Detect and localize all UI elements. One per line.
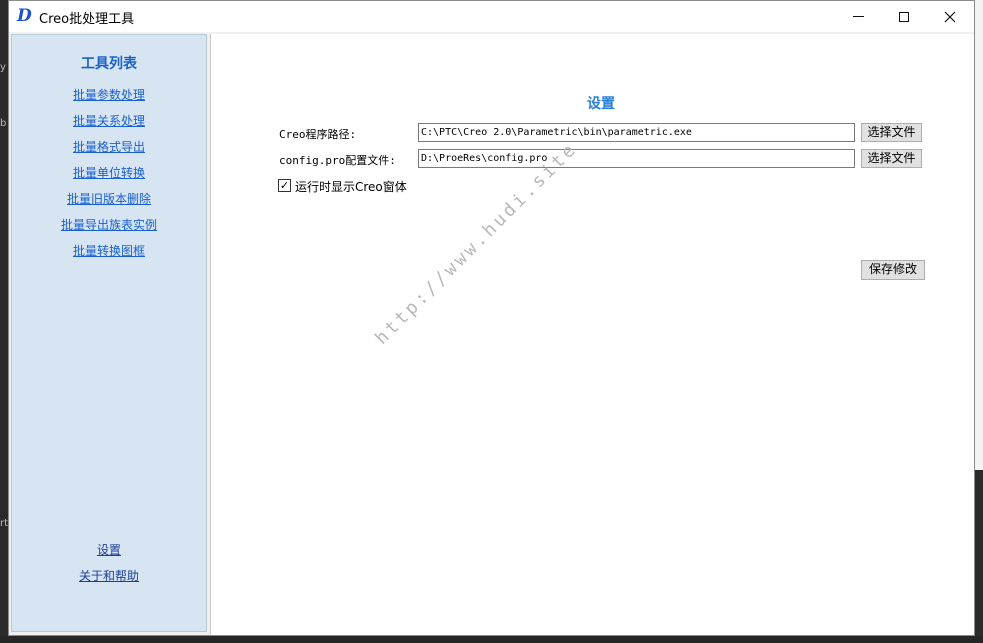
config-file-label: config.pro配置文件: [279, 154, 396, 167]
show-creo-window-checkbox[interactable]: ✓ [278, 179, 291, 192]
sidebar-item-batch-parameters[interactable]: 批量参数处理 [12, 86, 206, 103]
title-bar[interactable]: D Creo批处理工具 [9, 1, 974, 32]
browse-config-file-button[interactable]: 选择文件 [861, 149, 922, 168]
maximize-icon [899, 11, 909, 22]
page-title: 设置 [587, 96, 615, 112]
background-fragment: b [0, 118, 7, 129]
minimize-button[interactable] [835, 1, 881, 32]
minimize-icon [852, 16, 864, 17]
sidebar-item-batch-units[interactable]: 批量单位转换 [12, 164, 206, 181]
tool-sidebar: 工具列表 批量参数处理 批量关系处理 批量格式导出 批量单位转换 批量旧版本删除… [11, 34, 207, 632]
close-icon [944, 11, 956, 22]
sidebar-item-settings[interactable]: 设置 [12, 541, 206, 558]
save-button[interactable]: 保存修改 [861, 260, 925, 280]
sidebar-item-family-table-export[interactable]: 批量导出族表实例 [12, 216, 206, 233]
app-logo-icon: D [17, 6, 32, 26]
settings-panel: 设置 Creo程序路径: C:\PTC\Creo 2.0\Parametric\… [210, 34, 974, 635]
sidebar-item-convert-frames[interactable]: 批量转换图框 [12, 242, 206, 259]
background-right-strip [975, 0, 983, 643]
background-fragment: rt [0, 518, 9, 529]
watermark-text: http://www.hudi.site [371, 138, 582, 349]
show-creo-window-label: 运行时显示Creo窗体 [295, 180, 407, 194]
sidebar-title: 工具列表 [81, 56, 137, 72]
creo-path-field[interactable]: C:\PTC\Creo 2.0\Parametric\bin\parametri… [418, 123, 855, 142]
sidebar-item-about-help[interactable]: 关于和帮助 [12, 567, 206, 584]
background-fragment: y [0, 62, 6, 73]
sidebar-item-batch-export[interactable]: 批量格式导出 [12, 138, 206, 155]
config-file-field[interactable]: D:\ProeRes\config.pro [418, 149, 855, 168]
window-title: Creo批处理工具 [39, 12, 135, 27]
creo-path-label: Creo程序路径: [279, 128, 357, 141]
app-window: D Creo批处理工具 工具列表 批量参数处理 批量关系处理 批量格式导出 批量… [8, 0, 975, 636]
close-button[interactable] [927, 1, 973, 32]
sidebar-item-delete-old-versions[interactable]: 批量旧版本删除 [12, 190, 206, 207]
background-left-strip: y b rt [0, 0, 8, 643]
maximize-button[interactable] [881, 1, 927, 32]
browse-creo-path-button[interactable]: 选择文件 [861, 123, 922, 142]
sidebar-item-batch-relations[interactable]: 批量关系处理 [12, 112, 206, 129]
background-bottom-strip [0, 636, 983, 643]
